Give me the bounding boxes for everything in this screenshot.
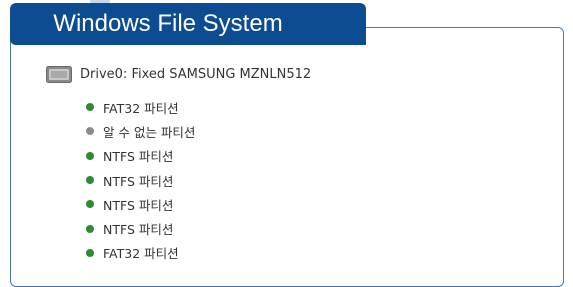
partition-item[interactable]: 알 수 없는 파티션: [86, 119, 195, 143]
partition-label: NTFS 파티션: [103, 197, 174, 213]
status-dot-icon: [86, 127, 94, 136]
partition-item[interactable]: NTFS 파티션: [86, 216, 195, 240]
partition-item[interactable]: NTFS 파티션: [86, 192, 195, 216]
partition-list: FAT32 파티션 알 수 없는 파티션 NTFS 파티션 NTFS 파티션 N…: [86, 95, 195, 265]
drive-label: Drive0: Fixed SAMSUNG MZNLN512: [80, 66, 312, 82]
partition-item[interactable]: NTFS 파티션: [86, 144, 195, 168]
hard-drive-icon: [46, 65, 72, 83]
partition-label: NTFS 파티션: [103, 222, 174, 238]
partition-label: FAT32 파티션: [103, 246, 179, 262]
status-dot-icon: [86, 176, 94, 185]
status-dot-icon: [86, 151, 94, 160]
partition-item[interactable]: FAT32 파티션: [86, 95, 195, 119]
status-dot-icon: [86, 103, 94, 112]
drive-row[interactable]: Drive0: Fixed SAMSUNG MZNLN512: [46, 64, 311, 84]
panel-title: Windows File System: [10, 3, 366, 45]
partition-item[interactable]: NTFS 파티션: [86, 168, 195, 192]
partition-label: NTFS 파티션: [103, 149, 174, 165]
partition-label: 알 수 없는 파티션: [103, 124, 196, 140]
status-dot-icon: [86, 224, 94, 233]
status-dot-icon: [86, 200, 94, 209]
partition-label: NTFS 파티션: [103, 173, 174, 189]
partition-item[interactable]: FAT32 파티션: [86, 241, 195, 265]
status-dot-icon: [86, 248, 94, 257]
partition-label: FAT32 파티션: [103, 100, 179, 116]
